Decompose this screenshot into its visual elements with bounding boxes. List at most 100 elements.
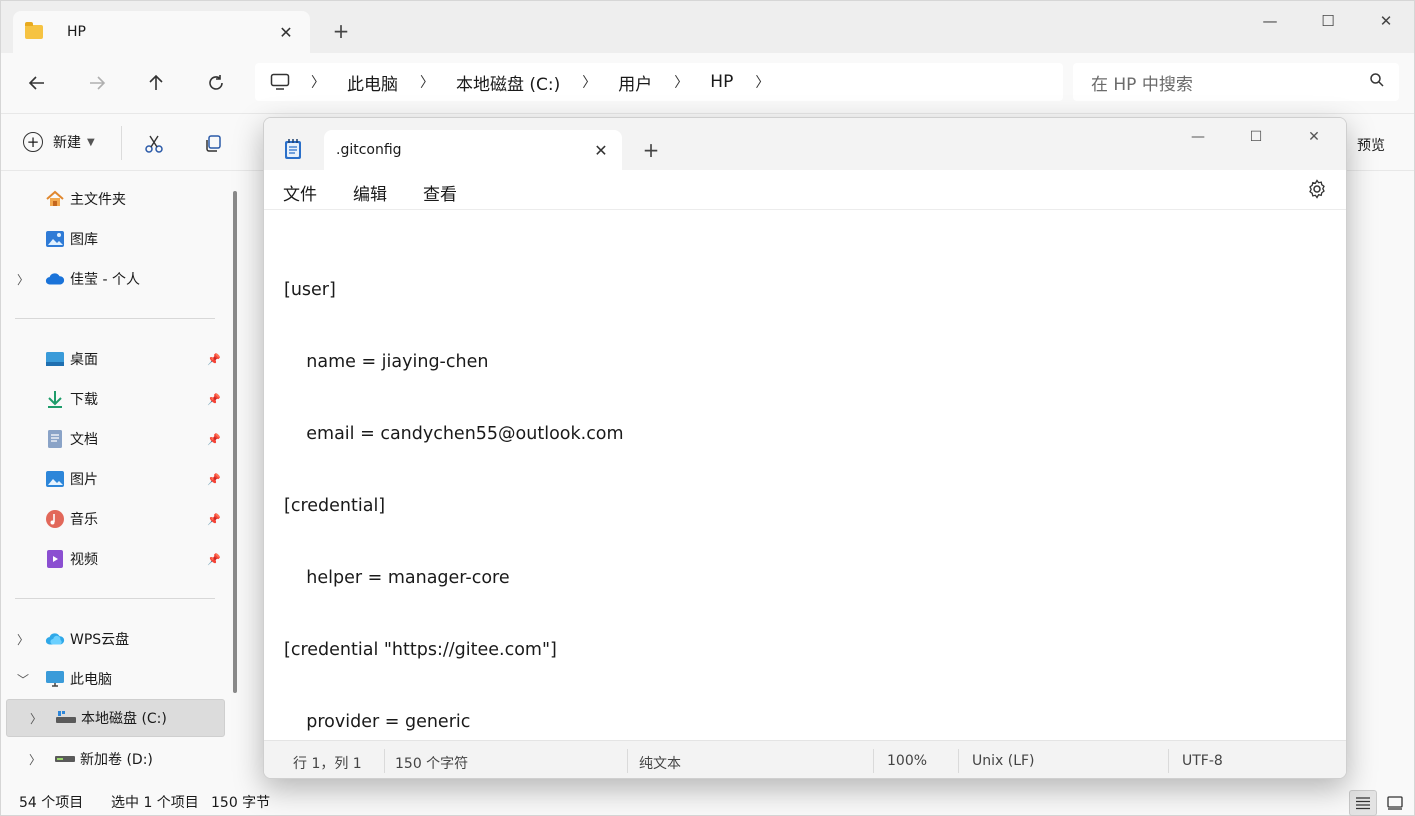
- chevron-right-icon[interactable]: 〉: [311, 72, 325, 92]
- details-view-button[interactable]: [1349, 790, 1377, 816]
- editor-line: helper = manager-core: [284, 568, 510, 588]
- sidebar-item-videos[interactable]: 视频 📌: [1, 541, 225, 577]
- pin-icon[interactable]: 📌: [207, 513, 221, 526]
- sidebar-item-drive-c[interactable]: 〉 本地磁盘 (C:): [6, 699, 225, 737]
- menu-view[interactable]: 查看: [423, 180, 457, 205]
- pictures-icon: [45, 469, 65, 489]
- drive-icon: [56, 708, 76, 728]
- forward-button[interactable]: [83, 69, 111, 97]
- explorer-tab[interactable]: HP ✕: [13, 11, 310, 53]
- drive-icon: [55, 749, 75, 769]
- download-icon: [45, 389, 65, 409]
- chevron-right-icon[interactable]: 〉: [29, 751, 41, 768]
- settings-gear-icon[interactable]: [1306, 178, 1328, 200]
- sidebar-item-onedrive[interactable]: 〉 佳莹 - 个人: [1, 261, 225, 297]
- breadcrumb[interactable]: 〉 此电脑 〉 本地磁盘 (C:) 〉 用户 〉 HP 〉: [255, 63, 1063, 101]
- pin-icon[interactable]: 📌: [207, 393, 221, 406]
- back-button[interactable]: [23, 69, 51, 97]
- notepad-status-bar: 行 1，列 1 150 个字符 纯文本 100% Unix (LF) UTF-8: [264, 740, 1346, 778]
- chevron-right-icon[interactable]: 〉: [582, 72, 596, 92]
- explorer-tab-title: HP: [67, 24, 86, 40]
- chevron-right-icon[interactable]: 〉: [420, 72, 434, 92]
- new-tab-button[interactable]: +: [329, 19, 353, 43]
- sidebar-item-label: 视频: [70, 552, 98, 568]
- breadcrumb-hp[interactable]: HP: [710, 72, 733, 92]
- search-input[interactable]: 在 HP 中搜索: [1073, 63, 1399, 101]
- up-button[interactable]: [142, 69, 170, 97]
- chevron-down-icon[interactable]: ﹀: [17, 671, 29, 688]
- close-tab-icon[interactable]: ✕: [590, 141, 612, 160]
- breadcrumb-this-pc[interactable]: 此电脑: [347, 70, 398, 95]
- breadcrumb-drive-c[interactable]: 本地磁盘 (C:): [456, 70, 560, 95]
- maximize-button[interactable]: ☐: [1227, 124, 1285, 150]
- notepad-app-icon: [285, 139, 301, 159]
- notepad-menu-bar: 文件 编辑 查看: [264, 170, 1346, 210]
- notepad-tab-bar: .gitconfig ✕ + — ☐ ✕: [264, 118, 1346, 170]
- line-ending[interactable]: Unix (LF): [972, 753, 1035, 769]
- sidebar-item-wps-cloud[interactable]: 〉 WPS云盘: [1, 621, 225, 657]
- sidebar-item-label: 下载: [70, 392, 98, 408]
- text-editor-area[interactable]: [user] name = jiaying-chen email = candy…: [284, 230, 1324, 732]
- sidebar-item-label: 音乐: [70, 512, 98, 528]
- minimize-button[interactable]: —: [1169, 124, 1227, 150]
- explorer-window-controls: — ☐ ✕: [1241, 7, 1415, 35]
- close-window-button[interactable]: ✕: [1357, 7, 1415, 35]
- sidebar-item-downloads[interactable]: 下载 📌: [1, 381, 225, 417]
- sidebar-item-documents[interactable]: 文档 📌: [1, 421, 225, 457]
- new-tab-button[interactable]: +: [640, 138, 662, 162]
- encoding[interactable]: UTF-8: [1182, 753, 1223, 769]
- back-arrow-icon: [28, 76, 44, 90]
- notepad-window-controls: — ☐ ✕: [1169, 124, 1343, 150]
- zoom-level[interactable]: 100%: [887, 753, 927, 769]
- sidebar-item-music[interactable]: 音乐 📌: [1, 501, 225, 537]
- sidebar-item-this-pc[interactable]: ﹀ 此电脑: [1, 661, 225, 697]
- this-pc-icon: [45, 669, 65, 689]
- editor-line: [credential]: [284, 496, 386, 516]
- sidebar-item-label: 图库: [70, 232, 98, 248]
- refresh-icon: [209, 75, 223, 90]
- sidebar-item-label: 佳莹 - 个人: [70, 272, 140, 288]
- pin-icon[interactable]: 📌: [207, 553, 221, 566]
- breadcrumb-users[interactable]: 用户: [618, 70, 652, 95]
- search-icon[interactable]: [1369, 72, 1385, 93]
- sidebar-item-gallery[interactable]: 图库: [1, 221, 225, 257]
- chevron-right-icon[interactable]: 〉: [17, 631, 29, 648]
- computer-icon[interactable]: [269, 71, 291, 93]
- maximize-button[interactable]: ☐: [1299, 7, 1357, 35]
- preview-button[interactable]: 预览: [1357, 135, 1385, 155]
- menu-file[interactable]: 文件: [283, 180, 317, 205]
- status-divider: [384, 749, 385, 773]
- sidebar-item-pictures[interactable]: 图片 📌: [1, 461, 225, 497]
- new-button[interactable]: + 新建 ▼: [23, 132, 95, 152]
- copy-button[interactable]: [201, 132, 225, 156]
- pin-icon[interactable]: 📌: [207, 473, 221, 486]
- sidebar-item-drive-d[interactable]: 〉 新加卷 (D:): [1, 741, 225, 777]
- tiles-view-button[interactable]: [1381, 790, 1409, 816]
- close-window-button[interactable]: ✕: [1285, 124, 1343, 150]
- folder-icon: [25, 22, 43, 39]
- pin-icon[interactable]: 📌: [207, 353, 221, 366]
- toolbar-divider: [121, 126, 122, 160]
- text-format[interactable]: 纯文本: [639, 753, 681, 773]
- sidebar-item-home[interactable]: 主文件夹: [1, 181, 225, 217]
- close-tab-icon[interactable]: ✕: [274, 23, 298, 42]
- sidebar-scrollbar[interactable]: [233, 191, 237, 693]
- pin-icon[interactable]: 📌: [207, 433, 221, 446]
- minimize-button[interactable]: —: [1241, 7, 1299, 35]
- chevron-right-icon[interactable]: 〉: [755, 72, 769, 92]
- sidebar-item-label: 主文件夹: [70, 192, 126, 208]
- chevron-right-icon[interactable]: 〉: [674, 72, 688, 92]
- tiles-view-icon: [1387, 796, 1403, 810]
- sidebar-item-desktop[interactable]: 桌面 📌: [1, 341, 225, 377]
- chevron-right-icon[interactable]: 〉: [17, 271, 29, 288]
- cut-button[interactable]: [142, 132, 166, 156]
- list-view-icon: [1356, 797, 1370, 810]
- refresh-button[interactable]: [202, 69, 230, 97]
- forward-arrow-icon: [90, 76, 106, 90]
- chevron-right-icon[interactable]: 〉: [30, 710, 42, 727]
- up-arrow-icon: [149, 74, 163, 90]
- notepad-tab[interactable]: .gitconfig ✕: [324, 130, 622, 170]
- menu-edit[interactable]: 编辑: [353, 180, 387, 205]
- navigation-pane: 主文件夹 图库 〉 佳莹 - 个人 桌面 📌 下载 📌 文档 📌 图片 📌 音乐…: [1, 171, 229, 787]
- status-divider: [873, 749, 874, 773]
